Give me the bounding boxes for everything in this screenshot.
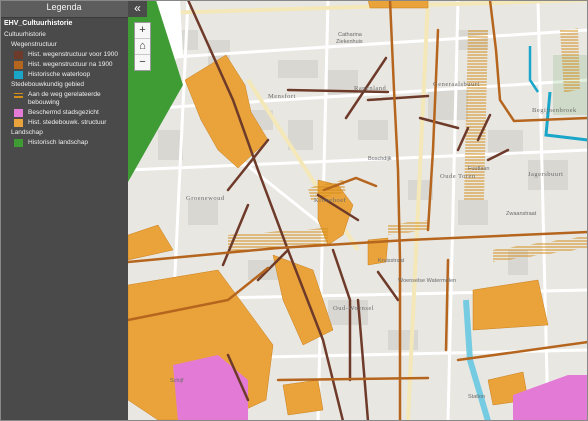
legend-section-title: Landschap [11,129,43,136]
zoom-out-button[interactable]: − [135,55,150,70]
label-schijf: Schijf [170,378,184,384]
legend-group-name: Cultuurhistorie [4,31,46,38]
legend-swatch [14,61,23,69]
zoom-control: + ⌂ − [134,22,151,71]
home-button[interactable]: ⌂ [135,39,150,55]
legend-swatch [14,139,23,147]
collapse-legend-button[interactable]: « [128,0,147,17]
legend-swatch [14,109,23,117]
double-chevron-left-icon: « [134,1,141,15]
home-icon: ⌂ [139,40,146,52]
label-begijnenbroek: Begijnenbroek [532,107,577,114]
legend-swatch [14,71,23,79]
legend-section-title: Wegenstructuur [11,41,57,48]
label-generaalsbuurt: Generaalsbuurt [433,81,480,88]
label-oude-toren: Oude Toren [440,173,476,180]
legend-item-label: Historische waterloop [28,71,91,78]
label-rapenland: Rapenland [354,85,387,92]
legend-swatch [14,51,23,59]
map-canvas[interactable]: Catharina Ziekenhuis Mensfort Rapenland … [128,0,588,421]
legend-item: Hist. wegenstructuur voor 1900 [4,51,125,59]
legend-title: Legenda [46,2,82,12]
legend-item-label: Hist. stedebouwk. structuur [28,119,107,126]
legend-sections: Wegenstructuur Hist. wegenstructuur voor … [4,41,125,147]
label-groenewoud: Groenewoud [186,195,225,202]
label-station: Station [468,394,485,400]
legend-header: Legenda [0,0,128,18]
legend-item: Beschermd stadsgezicht [4,109,125,117]
legend-panel: Legenda EHV_Cultuurhistorie Cultuurhisto… [0,0,128,421]
label-fuutlaan: Fuutlaan [468,166,489,172]
legend-item: Aan de weg gerelateerde bebouwing [4,91,125,107]
legend-item-label: Aan de weg gerelateerde bebouwing [28,91,101,106]
label-catharina: Catharina [338,32,363,38]
label-kronehoef: Kronehoef [314,197,347,204]
label-oud-woensel: Oud-Woensel [333,305,374,312]
label-kruisstraat: Kruisstraat [378,258,405,264]
zoom-in-button[interactable]: + [135,23,150,39]
label-jagersbuurt: Jagersbuurt [528,171,563,178]
label-ziekenhuis: Ziekenhuis [336,39,363,45]
legend-item-label: Hist. wegenstructuur na 1900 [28,61,113,68]
legend-item: Hist. stedebouwk. structuur [4,119,125,127]
legend-swatch [14,119,23,127]
legend-item: Hist. wegenstructuur na 1900 [4,61,125,69]
label-mensfort: Mensfort [268,93,296,100]
legend-body: EHV_Cultuurhistorie Cultuurhistorie Wege… [0,18,128,147]
map-viewer: Legenda EHV_Cultuurhistorie Cultuurhisto… [0,0,588,421]
legend-swatch [14,91,23,99]
label-woenselse-watermolen: Woenselse Watermolen [398,278,456,284]
legend-item: Historisch landschap [4,139,125,147]
legend-layer-name: EHV_Cultuurhistorie [4,20,73,27]
label-zwaanstraat: Zwaanstraat [506,211,537,217]
legend-item: Historische waterloop [4,71,125,79]
legend-item-label: Beschermd stadsgezicht [28,109,99,116]
legend-item-label: Historisch landschap [28,139,88,146]
legend-item-label: Hist. wegenstructuur voor 1900 [28,51,118,58]
legend-section-title: Stedebouwkundig gebied [11,81,85,88]
label-boschdijk: Boschdijk [368,156,392,162]
